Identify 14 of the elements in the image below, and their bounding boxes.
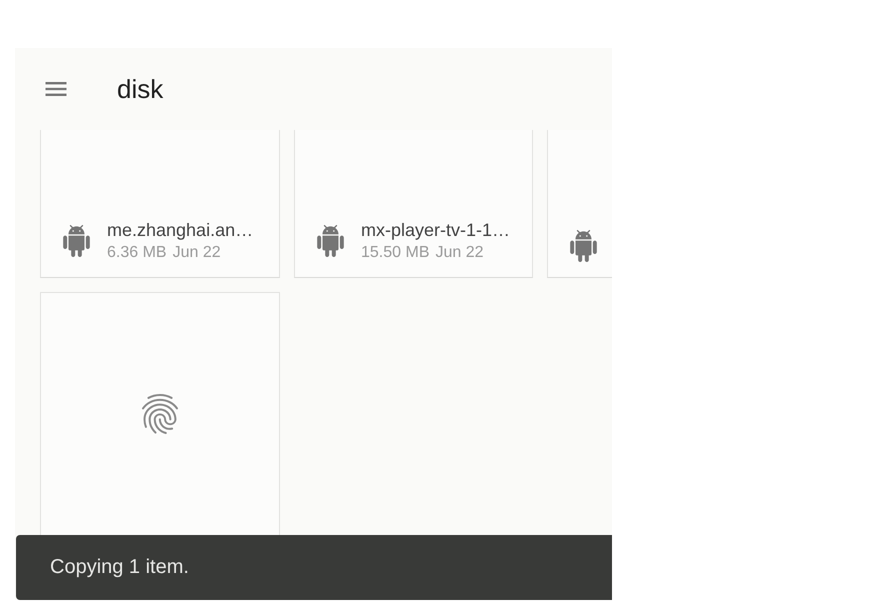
- file-name: mx-player-tv-1-1…: [361, 220, 510, 241]
- snackbar-message: Copying 1 item.: [50, 556, 189, 579]
- android-icon: [317, 225, 344, 257]
- file-card[interactable]: [547, 130, 612, 278]
- file-date: Jun 22: [435, 244, 484, 262]
- toolbar-title: disk: [117, 74, 164, 104]
- android-icon: [570, 230, 597, 262]
- file-size: 15.50 MB: [361, 244, 430, 262]
- file-card[interactable]: mx-player-tv-1-1… 15.50 MB Jun 22: [294, 130, 533, 278]
- file-size: 6.36 MB: [107, 244, 167, 262]
- file-name: me.zhanghai.an…: [107, 220, 254, 241]
- file-card[interactable]: me.zhanghai.an… 6.36 MB Jun 22: [40, 130, 280, 278]
- file-date: Jun 22: [172, 244, 221, 262]
- android-icon: [63, 225, 90, 257]
